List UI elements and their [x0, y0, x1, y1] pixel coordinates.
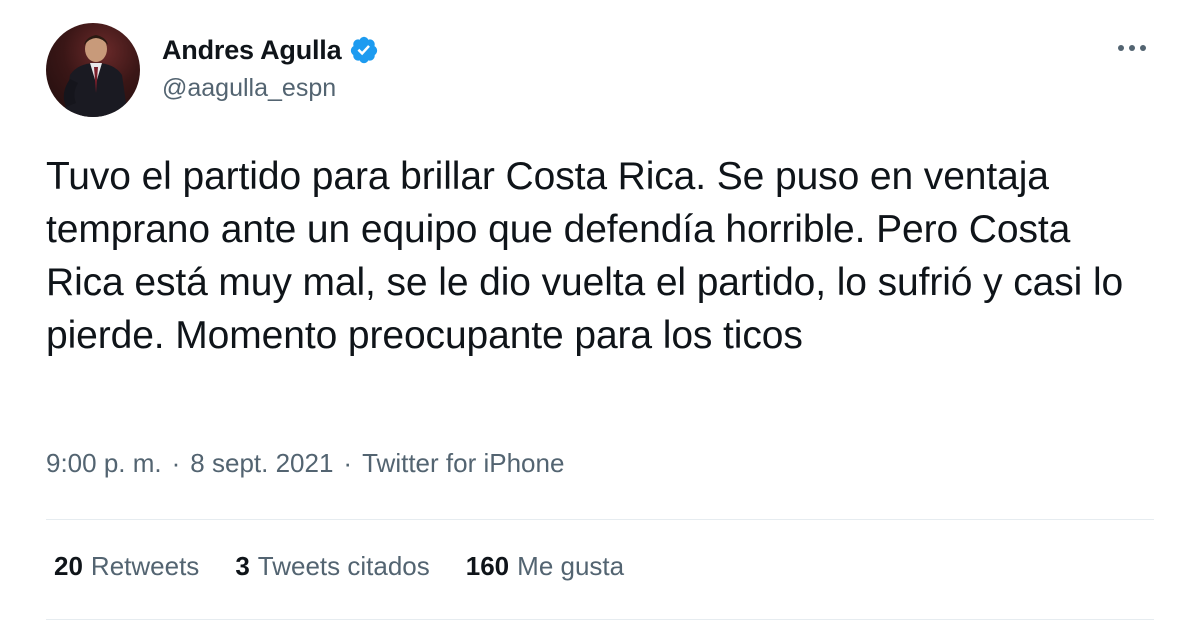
likes-label: Me gusta — [517, 551, 625, 581]
tweet-text: Tuvo el partido para brillar Costa Rica.… — [46, 155, 1124, 357]
likes-stat[interactable]: 160 Me gusta — [466, 551, 624, 582]
quote-tweets-count: 3 — [235, 551, 250, 581]
tweet-card: Andres Agulla @aagulla_espn Tuvo el part… — [0, 0, 1200, 624]
avatar[interactable] — [46, 23, 140, 117]
avatar-image — [63, 35, 128, 117]
author-name-row: Andres Agulla — [162, 30, 379, 70]
meta-separator: · — [343, 448, 353, 478]
tweet-stats: 20 Retweets 3 Tweets citados 160 Me gust… — [54, 551, 624, 582]
tweet-time[interactable]: 9:00 p. m. — [46, 448, 162, 479]
author-handle[interactable]: @aagulla_espn — [162, 74, 379, 103]
retweets-count: 20 — [54, 551, 83, 581]
tweet-source[interactable]: Twitter for iPhone — [362, 448, 564, 479]
divider — [46, 519, 1154, 520]
tweet-date[interactable]: 8 sept. 2021 — [190, 448, 333, 479]
divider — [46, 619, 1154, 620]
author-info: Andres Agulla @aagulla_espn — [162, 30, 379, 103]
meta-separator: · — [171, 448, 181, 478]
verified-badge-icon — [351, 36, 378, 64]
more-dots-icon — [1118, 45, 1146, 51]
quote-tweets-stat[interactable]: 3 Tweets citados — [235, 551, 429, 582]
retweets-stat[interactable]: 20 Retweets — [54, 551, 199, 582]
likes-count: 160 — [465, 551, 510, 581]
retweets-label: Retweets — [90, 551, 200, 581]
more-options-button[interactable] — [1112, 32, 1152, 64]
tweet-meta: 9:00 p. m. · 8 sept. 2021 · Twitter for … — [46, 448, 564, 479]
quote-tweets-label: Tweets citados — [257, 551, 430, 581]
author-name[interactable]: Andres Agulla — [162, 35, 342, 66]
